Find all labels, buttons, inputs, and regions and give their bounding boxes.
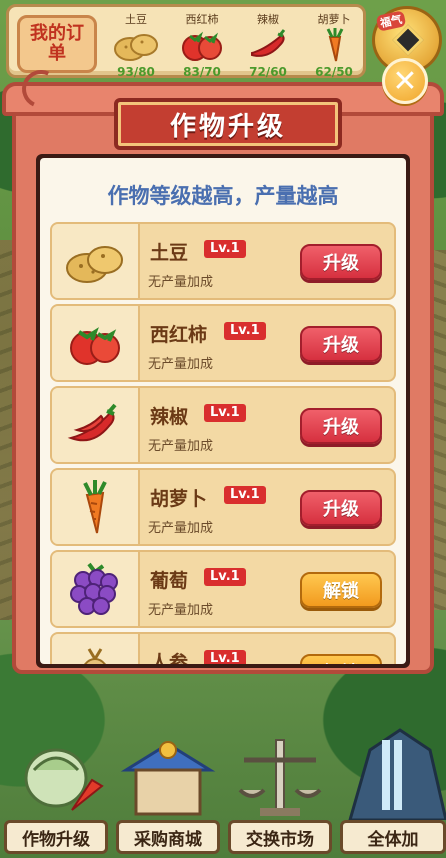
crop-name: 葡萄 xyxy=(150,570,189,592)
order-item-name: 土豆 xyxy=(125,13,147,26)
bottom-nav: 作物升级 采购商城 交换市场 全体加 xyxy=(0,720,446,858)
order-item-chili[interactable]: 辣椒 72/60 xyxy=(237,11,299,79)
shop-icon xyxy=(118,720,218,820)
crop-list: 土豆 Lv.1 无产量加成 升级 西红柿 Lv.1 无产量加成 升级 辣椒 Lv… xyxy=(50,222,396,664)
order-item-progress: 62/50 xyxy=(315,65,353,79)
crop-info: 土豆 Lv.1 无产量加成 升级 xyxy=(140,224,394,298)
crop-name: 辣椒 xyxy=(150,406,189,428)
crop-info: 葡萄 Lv.1 无产量加成 解锁 xyxy=(140,552,394,626)
chili-icon xyxy=(52,388,140,462)
level-badge: Lv.1 xyxy=(204,650,246,664)
upgrade-carrot-button[interactable]: 升级 xyxy=(300,490,382,526)
crop-name: 胡萝卜 xyxy=(150,488,208,510)
order-item-name: 西红柿 xyxy=(185,13,219,26)
modal-subtitle: 作物等级越高，产量越高 xyxy=(107,184,339,208)
scale-icon xyxy=(230,720,330,820)
unlock-grape-button[interactable]: 解锁 xyxy=(300,572,382,608)
crop-row-ginseng: 人参 Lv.1 解锁 xyxy=(50,632,396,664)
crop-row-carrot: 胡萝卜 Lv.1 无产量加成 升级 xyxy=(50,468,396,546)
crop-name: 人参 xyxy=(150,652,189,664)
waterfall-icon xyxy=(340,720,446,822)
upgrade-potato-button[interactable]: 升级 xyxy=(300,244,382,280)
crop-row-potato: 土豆 Lv.1 无产量加成 升级 xyxy=(50,222,396,300)
level-badge: Lv.1 xyxy=(204,568,246,586)
order-bar: 我的订单 土豆 93/80 西红柿 83/70 辣椒 72/60 胡萝卜 62/… xyxy=(6,4,366,79)
coin-hole-icon xyxy=(392,24,424,56)
cabbage-upgrade-icon xyxy=(12,720,108,820)
crop-info: 西红柿 Lv.1 无产量加成 升级 xyxy=(140,306,394,380)
nav-crop-upgrade[interactable]: 作物升级 xyxy=(4,820,108,854)
level-badge: Lv.1 xyxy=(224,486,266,504)
carrot-icon xyxy=(52,470,140,544)
modal-title-plate: 作物升级 xyxy=(114,98,342,150)
order-item-tomato[interactable]: 西红柿 83/70 xyxy=(171,11,233,79)
crop-name: 土豆 xyxy=(150,242,189,264)
crop-info: 人参 Lv.1 解锁 xyxy=(140,634,394,664)
crop-bonus-text: 无产量加成 xyxy=(148,275,214,290)
crop-bonus-text: 无产量加成 xyxy=(148,521,214,536)
my-orders-button[interactable]: 我的订单 xyxy=(17,15,97,73)
crop-row-grape: 葡萄 Lv.1 无产量加成 解锁 xyxy=(50,550,396,628)
tomato-icon xyxy=(171,25,233,65)
modal-inner-frame: 作物等级越高，产量越高 土豆 Lv.1 无产量加成 升级 西红柿 Lv.1 无产… xyxy=(36,154,410,668)
nav-purchase-shop[interactable]: 采购商城 xyxy=(116,820,220,854)
order-item-carrot[interactable]: 胡萝卜 62/50 xyxy=(303,11,365,79)
nav-all-boost[interactable]: 全体加 xyxy=(340,820,446,854)
level-badge: Lv.1 xyxy=(204,240,246,258)
crop-name: 西红柿 xyxy=(150,324,208,346)
chili-icon xyxy=(237,25,299,65)
crop-list-panel[interactable]: 作物等级越高，产量越高 土豆 Lv.1 无产量加成 升级 西红柿 Lv.1 无产… xyxy=(40,158,406,664)
level-badge: Lv.1 xyxy=(224,322,266,340)
nav-exchange-market[interactable]: 交换市场 xyxy=(228,820,332,854)
crop-upgrade-modal: 作物升级 作物等级越高，产量越高 土豆 Lv.1 无产量加成 升级 西红柿 Lv… xyxy=(2,82,444,674)
order-item-name: 胡萝卜 xyxy=(317,13,351,26)
potato-icon xyxy=(105,25,167,65)
crop-bonus-text: 无产量加成 xyxy=(148,439,214,454)
modal-title: 作物升级 xyxy=(169,111,286,142)
ginseng-icon xyxy=(52,634,140,664)
crop-row-chili: 辣椒 Lv.1 无产量加成 升级 xyxy=(50,386,396,464)
level-badge: Lv.1 xyxy=(204,404,246,422)
carrot-icon xyxy=(303,25,365,65)
crop-info: 胡萝卜 Lv.1 无产量加成 升级 xyxy=(140,470,394,544)
crop-row-tomato: 西红柿 Lv.1 无产量加成 升级 xyxy=(50,304,396,382)
upgrade-tomato-button[interactable]: 升级 xyxy=(300,326,382,362)
close-icon[interactable]: ✕ xyxy=(382,58,428,104)
crop-info: 辣椒 Lv.1 无产量加成 升级 xyxy=(140,388,394,462)
order-item-potato[interactable]: 土豆 93/80 xyxy=(105,11,167,79)
crop-bonus-text: 无产量加成 xyxy=(148,603,214,618)
unlock-ginseng-button[interactable]: 解锁 xyxy=(300,654,382,664)
order-item-progress: 72/60 xyxy=(249,65,287,79)
upgrade-chili-button[interactable]: 升级 xyxy=(300,408,382,444)
order-item-progress: 93/80 xyxy=(117,65,155,79)
tomato-icon xyxy=(52,306,140,380)
potato-icon xyxy=(52,224,140,298)
grape-icon xyxy=(52,552,140,626)
order-item-progress: 83/70 xyxy=(183,65,221,79)
crop-bonus-text: 无产量加成 xyxy=(148,357,214,372)
order-item-name: 辣椒 xyxy=(257,13,279,26)
